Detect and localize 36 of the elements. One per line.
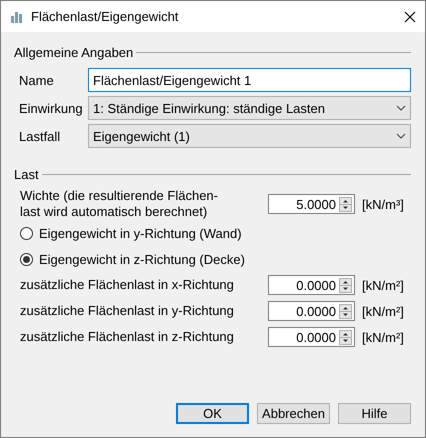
radio-label[interactable]: Eigengewicht in y-Richtung (Wand) (39, 226, 242, 240)
spinner-arrows-icon[interactable] (339, 196, 352, 212)
dropdown[interactable]: 1: Ständige Einwirkung: ständige Lasten (88, 96, 411, 120)
radio-button[interactable] (20, 252, 33, 266)
spinner-arrows-icon[interactable] (339, 330, 352, 344)
unit-label: [kN/m²] (362, 278, 404, 292)
close-icon[interactable] (404, 10, 416, 22)
spinner-arrows-icon[interactable] (339, 304, 352, 318)
radio-label[interactable]: Eigengewicht in z-Richtung (Decke) (39, 252, 245, 266)
unit-label: [kN/m²] (362, 330, 404, 344)
field-label: Einwirkung (19, 100, 84, 116)
chevron-down-icon (396, 133, 406, 139)
unit-label: [kN/m³] (362, 196, 404, 212)
dropdown[interactable]: Eigengewicht (1) (88, 124, 411, 148)
dialog-button[interactable]: Abbrechen (257, 403, 330, 424)
field-label: zusätzliche Flächenlast in y-Richtung (20, 303, 235, 319)
name-field[interactable]: Flächenlast/Eigengewicht 1 (88, 68, 411, 92)
app-icon (10, 10, 24, 22)
group-title: Allgemeine Angaben (14, 44, 134, 60)
spinner-arrows-icon[interactable] (339, 278, 352, 292)
radio-button[interactable] (20, 226, 33, 240)
field-label: Name (19, 72, 55, 88)
field-label: Lastfall (19, 128, 62, 144)
unit-label: [kN/m²] (362, 304, 404, 318)
number-field[interactable]: 5.0000 (268, 194, 355, 214)
window-title: Flächenlast/Eigengewicht (31, 9, 180, 24)
chevron-down-icon (396, 105, 406, 111)
number-field[interactable]: 0.0000 (268, 275, 355, 295)
group-title: Last (14, 166, 39, 182)
dialog-button[interactable]: OK (176, 403, 249, 424)
field-label: zusätzliche Flächenlast in z-Richtung (20, 329, 235, 345)
number-field[interactable]: 0.0000 (268, 301, 355, 321)
number-field[interactable]: 0.0000 (268, 327, 355, 347)
field-label: zusätzliche Flächenlast in x-Richtung (20, 277, 235, 293)
dialog-button[interactable]: Hilfe (338, 403, 411, 424)
field-label: Wichte (die resultierende Flächen- last wird automatisch berechnet) (20, 188, 219, 220)
